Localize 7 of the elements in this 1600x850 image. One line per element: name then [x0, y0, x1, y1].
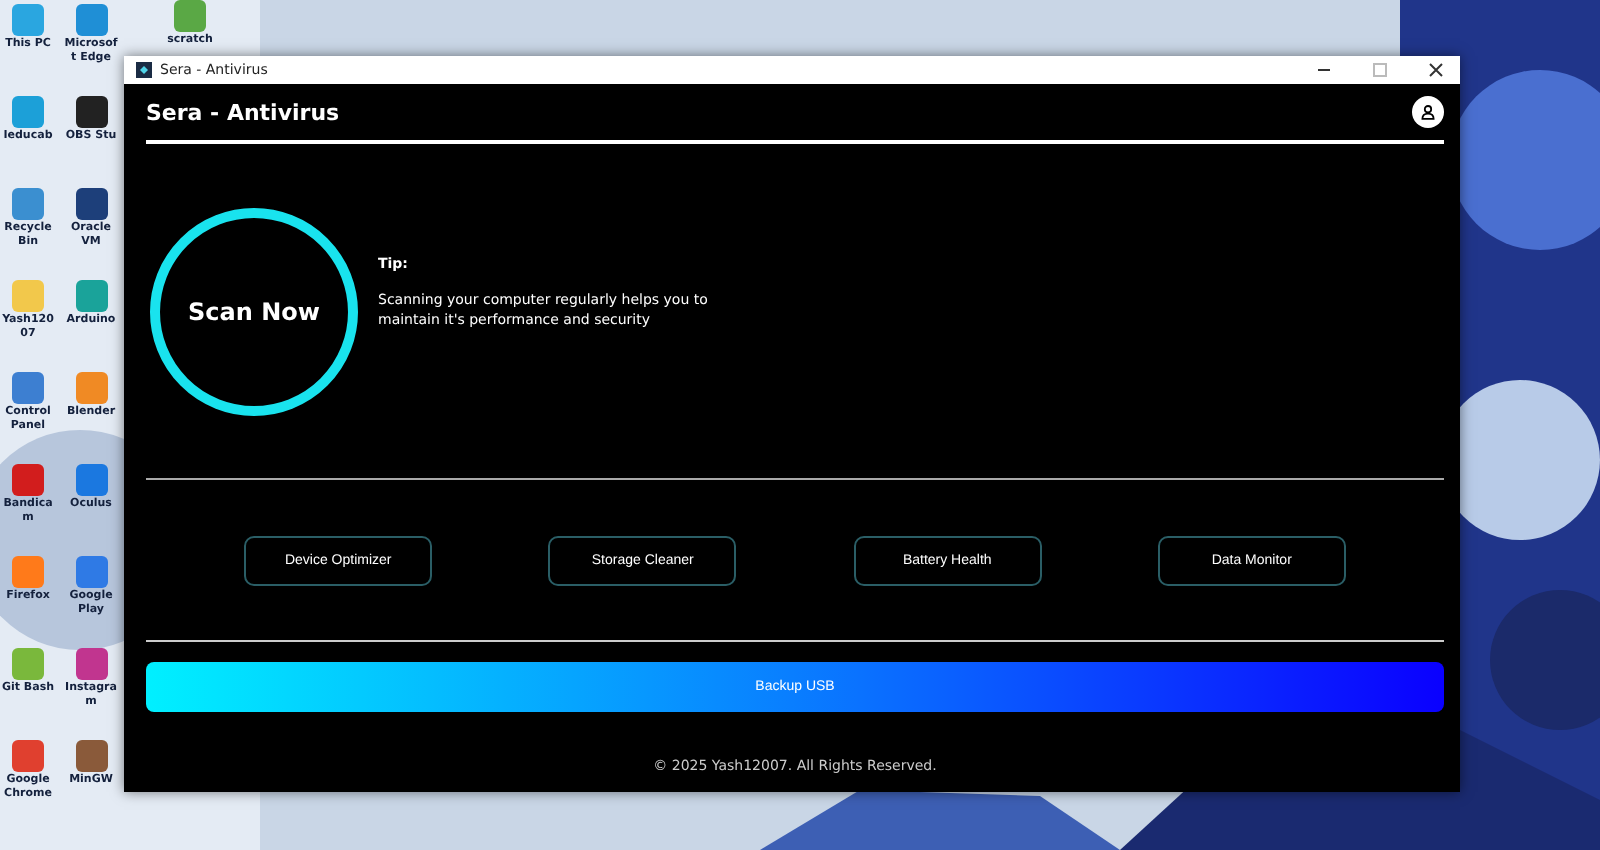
scan-now-button[interactable]: Scan Now: [150, 207, 358, 415]
maximize-icon: [1372, 62, 1388, 78]
app-title: Sera - Antivirus: [146, 99, 340, 125]
app-logo-icon: [136, 62, 152, 78]
user-icon: [1420, 104, 1436, 120]
account-button[interactable]: [1412, 96, 1444, 128]
close-icon: [1428, 62, 1444, 78]
